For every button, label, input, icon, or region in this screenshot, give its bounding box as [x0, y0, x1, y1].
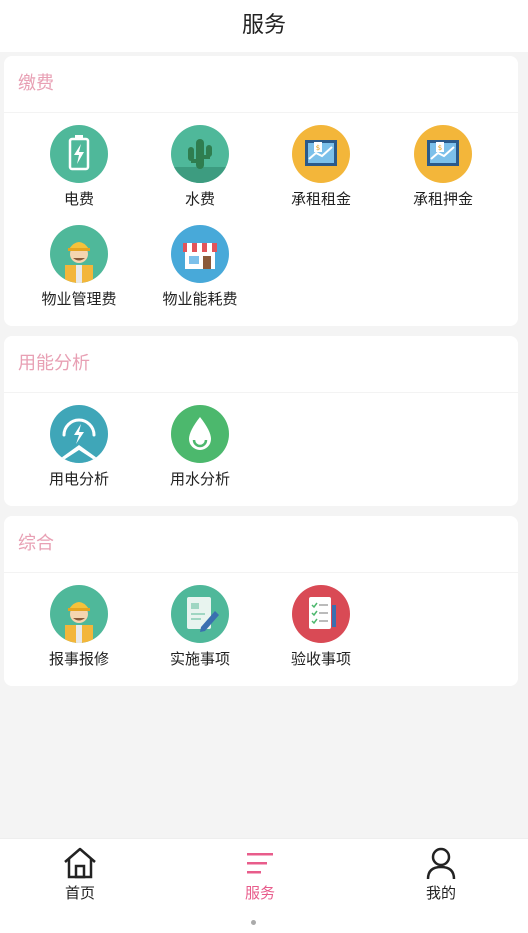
section-title: 缴费 [4, 56, 518, 113]
water-drop-icon [171, 405, 229, 463]
item-rent[interactable]: $ 承租租金 [266, 125, 376, 209]
home-indicator [251, 920, 256, 925]
item-label: 承租租金 [290, 190, 351, 208]
item-label: 实施事项 [169, 650, 230, 668]
page-title: 服务 [241, 13, 286, 38]
section-title: 综合 [4, 516, 518, 573]
item-label: 物业管理费 [41, 290, 117, 308]
item-implementation[interactable]: 实施事项 [145, 585, 255, 669]
page-header: 服务 [0, 0, 528, 52]
item-electricity-analysis[interactable]: 用电分析 [24, 405, 134, 489]
tab-label: 我的 [425, 884, 456, 902]
worker-icon [50, 585, 108, 643]
svg-text:$: $ [316, 144, 320, 152]
item-water-fee[interactable]: 水费 [145, 125, 255, 209]
section-title: 用能分析 [4, 336, 518, 393]
item-label: 水费 [184, 190, 215, 208]
chart-money-icon: $ [292, 125, 350, 183]
item-energy-fee[interactable]: 物业能耗费 [145, 225, 255, 309]
section-payment: 缴费 电费 水费 $ 承租租金 $ 承租押金 物业管理费 物业能耗费 [4, 56, 518, 326]
section-energy-analysis: 用能分析 用电分析 用水分析 [4, 336, 518, 506]
lightning-icon [50, 405, 108, 463]
item-electricity-fee[interactable]: 电费 [24, 125, 134, 209]
menu-lines-icon [200, 845, 320, 881]
tab-service[interactable]: 服务 [200, 845, 320, 903]
svg-text:$: $ [438, 144, 442, 152]
cactus-icon [171, 125, 229, 183]
item-water-analysis[interactable]: 用水分析 [145, 405, 255, 489]
item-acceptance[interactable]: 验收事项 [266, 585, 376, 669]
battery-icon [50, 125, 108, 183]
user-icon [381, 845, 501, 881]
worker-icon [50, 225, 108, 283]
item-label: 用水分析 [169, 470, 230, 488]
tab-label: 首页 [64, 884, 95, 902]
item-label: 承租押金 [412, 190, 473, 208]
item-label: 报事报修 [48, 650, 109, 668]
item-label: 物业能耗费 [162, 290, 238, 308]
checklist-icon [292, 585, 350, 643]
chart-money-icon: $ [414, 125, 472, 183]
tab-label: 服务 [244, 884, 275, 902]
store-icon [171, 225, 229, 283]
bottom-tabbar: 首页 服务 我的 [0, 838, 528, 933]
tab-home[interactable]: 首页 [20, 845, 140, 903]
item-label: 电费 [63, 190, 94, 208]
item-label: 用电分析 [48, 470, 109, 488]
section-general: 综合 报事报修 实施事项 验收事项 [4, 516, 518, 686]
tab-mine[interactable]: 我的 [381, 845, 501, 903]
document-edit-icon [171, 585, 229, 643]
item-deposit[interactable]: $ 承租押金 [388, 125, 498, 209]
item-property-fee[interactable]: 物业管理费 [24, 225, 134, 309]
home-icon [20, 845, 140, 881]
item-label: 验收事项 [290, 650, 351, 668]
item-repair-report[interactable]: 报事报修 [24, 585, 134, 669]
